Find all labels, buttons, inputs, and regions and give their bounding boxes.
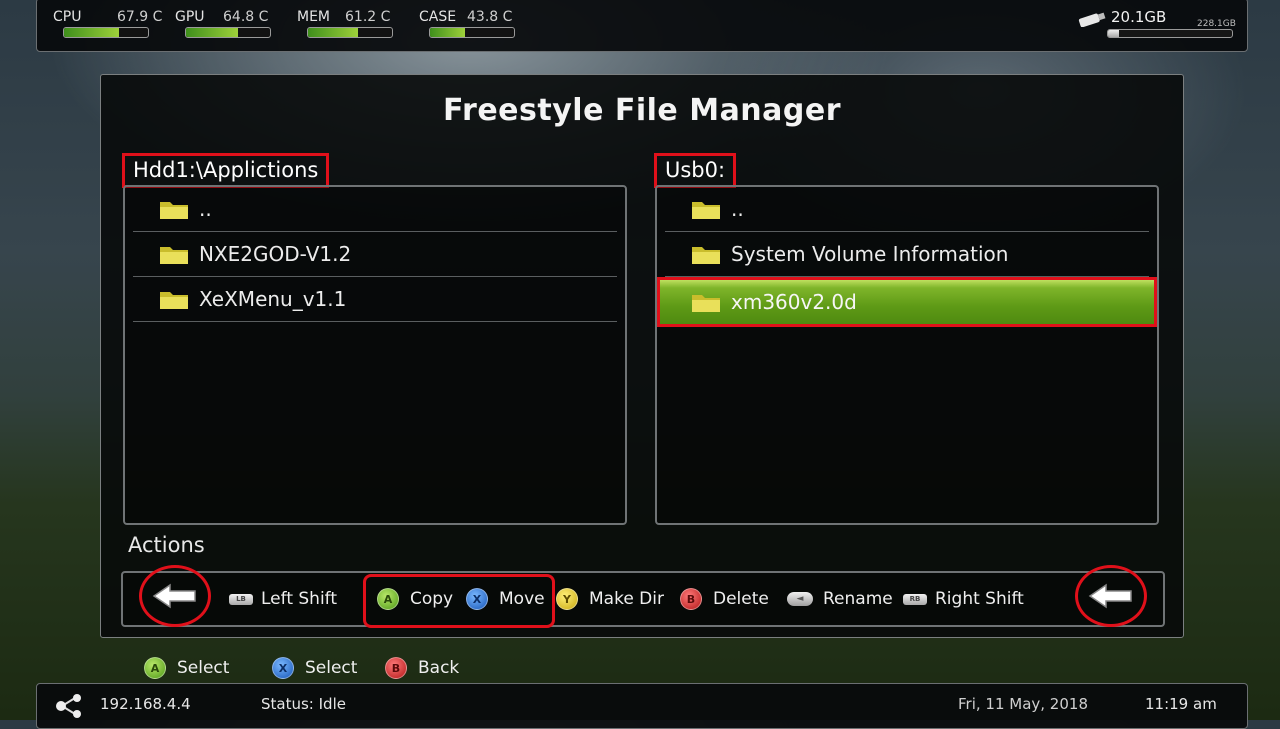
- actions-bar: LB Left Shift A Copy X Move Y Make Dir B…: [121, 565, 1165, 628]
- right-shift-label: Right Shift: [935, 589, 1024, 609]
- folder-icon: [160, 292, 188, 309]
- left-item-nxe2god[interactable]: NXE2GOD-V1.2: [133, 232, 617, 277]
- system-status-bar: CPU 67.9 C GPU 64.8 C MEM 61.2 C CASE 43…: [36, 0, 1248, 52]
- make-dir-action[interactable]: Y Make Dir: [556, 573, 664, 625]
- cpu-value: 67.9 C: [117, 9, 163, 25]
- left-item-label: XeXMenu_v1.1: [199, 287, 347, 311]
- footer-back[interactable]: B Back: [385, 656, 459, 680]
- x-button-icon: X: [466, 588, 488, 610]
- date-text: Fri, 11 May, 2018: [958, 695, 1088, 713]
- footer-select-x-label: Select: [305, 658, 358, 678]
- right-item-parent[interactable]: ..: [665, 187, 1149, 232]
- case-meter: [429, 27, 515, 38]
- time-text: 11:19 am: [1145, 695, 1217, 713]
- rename-label: Rename: [823, 589, 893, 609]
- status-text: Status: Idle: [261, 695, 346, 713]
- left-file-list[interactable]: .. NXE2GOD-V1.2 XeXMenu_v1.1: [123, 185, 627, 525]
- b-button-icon: B: [385, 657, 407, 679]
- mem-meter: [307, 27, 393, 38]
- left-item-label: ..: [199, 197, 212, 221]
- folder-icon: [160, 202, 188, 219]
- left-arrow-button[interactable]: [139, 565, 211, 627]
- file-manager-window: Freestyle File Manager Hdd1:\Applictions…: [100, 74, 1184, 638]
- case-value: 43.8 C: [467, 9, 513, 25]
- left-item-xexmenu[interactable]: XeXMenu_v1.1: [133, 277, 617, 322]
- footer-select-a-label: Select: [177, 658, 230, 678]
- rb-button-icon: RB: [903, 593, 927, 605]
- folder-icon: [692, 202, 720, 219]
- left-shift-label: Left Shift: [261, 589, 338, 609]
- left-shift-action[interactable]: LB Left Shift: [229, 573, 337, 625]
- footer-select-a[interactable]: A Select: [144, 656, 229, 680]
- window-title: Freestyle File Manager: [442, 93, 842, 128]
- cpu-meter-fill: [64, 28, 119, 37]
- drive-total-space: 228.1GB: [1197, 19, 1236, 29]
- gpu-meter: [185, 27, 271, 38]
- rename-action[interactable]: ◄ Rename: [787, 573, 893, 625]
- right-item-xm360-selected[interactable]: xm360v2.0d: [657, 277, 1157, 327]
- left-item-label: NXE2GOD-V1.2: [199, 242, 352, 266]
- delete-label: Delete: [713, 589, 769, 609]
- drive-free-space: 20.1GB: [1111, 8, 1167, 26]
- footer-select-x[interactable]: X Select: [272, 656, 357, 680]
- bottom-status-bar: 192.168.4.4 Status: Idle Fri, 11 May, 20…: [36, 683, 1248, 729]
- case-meter-fill: [430, 28, 466, 37]
- right-file-list[interactable]: .. System Volume Information xm360v2.0d: [655, 185, 1159, 525]
- left-arrow-icon: [1088, 583, 1132, 609]
- right-item-label: System Volume Information: [731, 242, 1009, 266]
- left-arrow-icon: [152, 583, 196, 609]
- move-label: Move: [499, 589, 545, 609]
- right-item-label: xm360v2.0d: [731, 290, 857, 314]
- folder-icon: [160, 247, 188, 264]
- ip-address: 192.168.4.4: [100, 695, 191, 713]
- actions-heading: Actions: [128, 533, 205, 557]
- gpu-value: 64.8 C: [223, 9, 269, 25]
- right-item-label: ..: [731, 197, 744, 221]
- cpu-meter: [63, 27, 149, 38]
- delete-action[interactable]: B Delete: [680, 573, 769, 625]
- y-button-icon: Y: [556, 588, 578, 610]
- gpu-meter-fill: [186, 28, 239, 37]
- mem-label: MEM: [297, 9, 331, 25]
- right-shift-action[interactable]: RB Right Shift: [903, 573, 1024, 625]
- make-dir-label: Make Dir: [589, 589, 664, 609]
- mem-value: 61.2 C: [345, 9, 391, 25]
- copy-label: Copy: [410, 589, 454, 609]
- left-item-parent[interactable]: ..: [133, 187, 617, 232]
- right-arrow-button[interactable]: [1075, 565, 1147, 627]
- footer-back-label: Back: [418, 658, 460, 678]
- move-action[interactable]: X Move: [466, 573, 545, 625]
- a-button-icon: A: [144, 657, 166, 679]
- a-button-icon: A: [377, 588, 399, 610]
- mem-meter-fill: [308, 28, 358, 37]
- right-item-system-volume-information[interactable]: System Volume Information: [665, 232, 1149, 277]
- lb-button-icon: LB: [229, 593, 253, 605]
- gpu-label: GPU: [175, 9, 205, 25]
- right-pane-path: Usb0:: [654, 153, 737, 188]
- drive-usage-fill: [1108, 30, 1120, 37]
- left-pane-path: Hdd1:\Applictions: [122, 153, 330, 188]
- folder-icon: [692, 295, 720, 312]
- copy-action[interactable]: A Copy: [377, 573, 453, 625]
- usb-drive-icon: [1078, 12, 1106, 27]
- network-icon: [56, 694, 81, 718]
- x-button-icon: X: [272, 657, 294, 679]
- cpu-label: CPU: [53, 9, 82, 25]
- back-button-icon: ◄: [787, 592, 813, 606]
- folder-icon: [692, 247, 720, 264]
- drive-usage-bar: [1107, 29, 1233, 38]
- case-label: CASE: [419, 9, 457, 25]
- b-button-icon: B: [680, 588, 702, 610]
